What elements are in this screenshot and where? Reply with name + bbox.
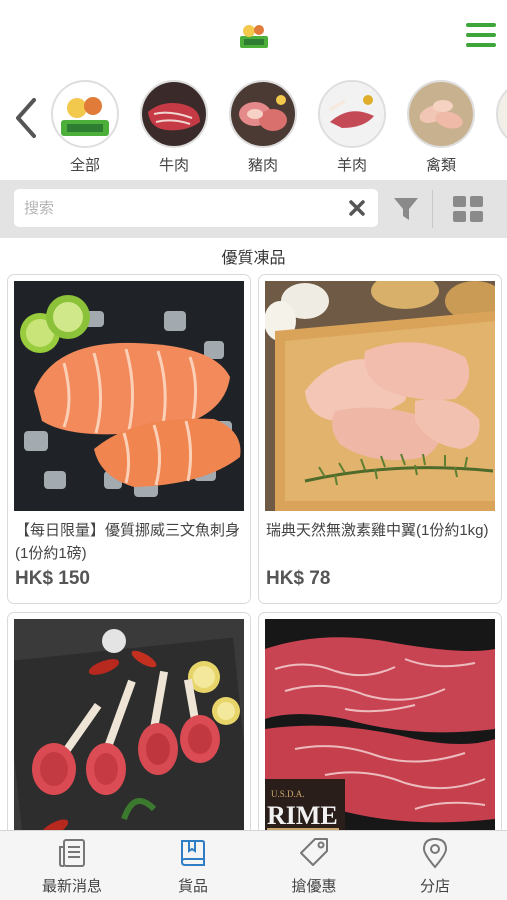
nav-label: 分店 bbox=[419, 878, 450, 895]
category-pork[interactable]: 豬肉 bbox=[226, 80, 300, 175]
category-label: 牛肉 bbox=[158, 157, 189, 174]
search-box bbox=[14, 189, 378, 227]
beef-thumbnail-icon bbox=[140, 80, 208, 148]
nav-label: 貨品 bbox=[177, 878, 208, 895]
section-title: 優質凍品 bbox=[221, 250, 286, 267]
product-image: U.S.D.A. RIME bbox=[265, 619, 495, 849]
location-pin-icon bbox=[422, 837, 448, 869]
category-strip: 全部 牛肉 豬肉 羊肉 禽類 bbox=[0, 72, 507, 180]
search-input[interactable] bbox=[24, 189, 344, 227]
prime-badge-text: RIME bbox=[267, 801, 338, 830]
category-label: 全部 bbox=[69, 157, 100, 174]
product-image bbox=[14, 281, 244, 511]
poultry-thumbnail-icon bbox=[407, 80, 475, 148]
nav-label: 最新消息 bbox=[41, 878, 102, 895]
all-category-logo-icon bbox=[51, 80, 119, 148]
category-label: 禽類 bbox=[425, 157, 456, 174]
category-beef[interactable]: 牛肉 bbox=[137, 80, 211, 175]
toolbar-divider bbox=[432, 190, 433, 228]
product-card[interactable]: 【每日限量】優質挪威三文魚刺身(1份約1磅) HK$ 150 bbox=[7, 274, 251, 604]
nav-products[interactable]: 貨品 bbox=[133, 831, 253, 900]
bottom-navigation: 最新消息 貨品 搶優惠 分店 bbox=[0, 830, 507, 900]
product-name: 【每日限量】優質挪威三文魚刺身(1份約1磅) bbox=[15, 522, 241, 562]
book-icon bbox=[181, 840, 205, 866]
product-card[interactable]: U.S.D.A. RIME bbox=[258, 612, 502, 852]
chevron-left-icon[interactable] bbox=[10, 96, 42, 140]
nav-branches[interactable]: 分店 bbox=[375, 831, 495, 900]
product-price: HK$ 150 bbox=[15, 568, 90, 589]
search-bar bbox=[0, 180, 507, 238]
product-image bbox=[265, 281, 495, 511]
grid-view-icon[interactable] bbox=[452, 195, 484, 223]
pork-thumbnail-icon bbox=[229, 80, 297, 148]
app-header bbox=[0, 0, 507, 72]
tag-icon bbox=[300, 838, 328, 866]
category-all[interactable]: 全部 bbox=[48, 80, 122, 175]
news-icon bbox=[59, 839, 85, 867]
category-more-partial[interactable] bbox=[493, 80, 507, 148]
hamburger-menu-icon[interactable] bbox=[466, 23, 496, 49]
filter-icon[interactable] bbox=[392, 195, 420, 223]
nav-news[interactable]: 最新消息 bbox=[12, 831, 132, 900]
product-image bbox=[14, 619, 244, 849]
product-name: 瑞典天然無激素雞中翼(1份約1kg) bbox=[266, 522, 489, 539]
product-card[interactable] bbox=[7, 612, 251, 852]
product-price: HK$ 78 bbox=[266, 568, 331, 589]
more-category-thumbnail-icon bbox=[496, 80, 507, 148]
lamb-thumbnail-icon bbox=[318, 80, 386, 148]
category-label: 羊肉 bbox=[336, 157, 367, 174]
category-poultry[interactable]: 禽類 bbox=[404, 80, 478, 175]
nav-deals[interactable]: 搶優惠 bbox=[254, 831, 374, 900]
category-lamb[interactable]: 羊肉 bbox=[315, 80, 389, 175]
brand-logo[interactable] bbox=[238, 22, 270, 50]
nav-label: 搶優惠 bbox=[291, 878, 337, 895]
category-label: 豬肉 bbox=[247, 157, 278, 174]
clear-search-icon[interactable] bbox=[348, 199, 366, 217]
product-card[interactable]: 瑞典天然無激素雞中翼(1份約1kg) HK$ 78 bbox=[258, 274, 502, 604]
usda-badge-text: U.S.D.A. bbox=[271, 789, 305, 799]
